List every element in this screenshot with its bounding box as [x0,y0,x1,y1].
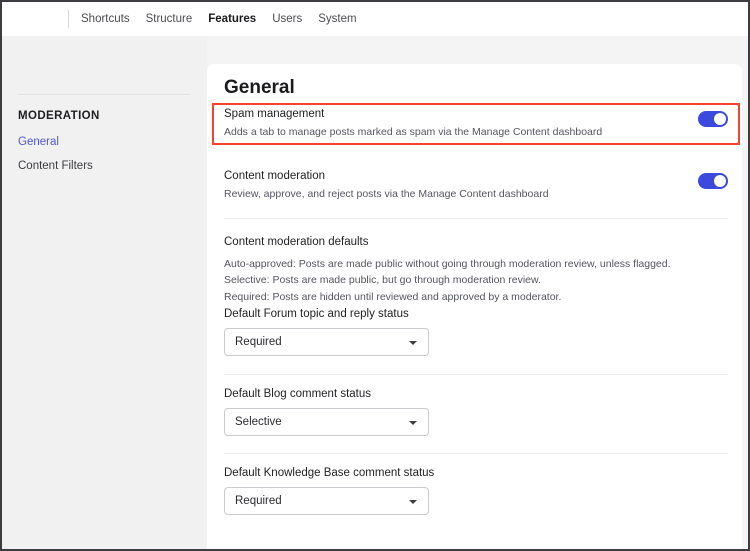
tab-features[interactable]: Features [208,13,256,25]
page-title: General [224,77,295,98]
sidebar-item-general[interactable]: General [18,136,59,148]
tab-structure[interactable]: Structure [146,13,193,25]
field-blog-comment-status: Default Blog comment status Selective [224,388,429,436]
select-value-forum-status: Required [235,336,282,348]
setting-label-content-moderation: Content moderation [224,170,326,182]
section-divider [224,453,728,454]
defaults-line-selective: Selective: Posts are made public, but go… [224,274,541,287]
toggle-knob [714,113,726,125]
setting-label-spam-management: Spam management [224,108,325,120]
defaults-line-required: Required: Posts are hidden until reviewe… [224,290,562,303]
toggle-spam-management[interactable] [698,111,728,127]
setting-row-content-moderation: Content moderation Review, approve, and … [224,170,728,201]
defaults-section-title: Content moderation defaults [224,236,369,248]
setting-description-content-moderation: Review, approve, and reject posts via th… [224,188,549,200]
select-forum-status[interactable]: Required [224,328,429,356]
select-value-blog-comment-status: Selective [235,416,282,428]
toggle-content-moderation[interactable] [698,173,728,189]
tab-users[interactable]: Users [272,13,302,25]
sidebar-section-title: MODERATION [18,110,100,122]
app-window: Shortcuts Structure Features Users Syste… [0,0,750,551]
select-value-kb-comment-status: Required [235,495,282,507]
select-kb-comment-status[interactable]: Required [224,487,429,515]
defaults-description-list: Auto-approved: Posts are made public wit… [224,256,728,305]
chevron-down-icon [409,341,417,345]
nav-separator [68,10,69,28]
defaults-line-auto-approved: Auto-approved: Posts are made public wit… [224,258,671,270]
top-navigation-bar: Shortcuts Structure Features Users Syste… [2,2,748,36]
tab-shortcuts[interactable]: Shortcuts [81,13,130,25]
field-kb-comment-status: Default Knowledge Base comment status Re… [224,467,434,515]
settings-card: General Spam management Adds a tab to ma… [207,64,742,549]
field-label-kb-comment-status: Default Knowledge Base comment status [224,467,435,479]
field-forum-status: Default Forum topic and reply status Req… [224,308,429,356]
tab-system[interactable]: System [318,13,356,25]
setting-description-spam-management: Adds a tab to manage posts marked as spa… [224,126,603,138]
chevron-down-icon [409,500,417,504]
top-nav-items: Shortcuts Structure Features Users Syste… [81,13,357,25]
section-divider [224,218,728,219]
select-blog-comment-status[interactable]: Selective [224,408,429,436]
sidebar-divider [18,94,190,95]
toggle-knob [714,175,726,187]
chevron-down-icon [409,421,417,425]
field-label-forum-status: Default Forum topic and reply status [224,308,409,320]
field-label-blog-comment-status: Default Blog comment status [224,388,372,400]
sidebar-item-content-filters[interactable]: Content Filters [18,160,93,172]
setting-row-spam-management: Spam management Adds a tab to manage pos… [224,108,728,139]
section-divider [224,374,728,375]
sidebar: MODERATION General Content Filters [2,36,207,549]
